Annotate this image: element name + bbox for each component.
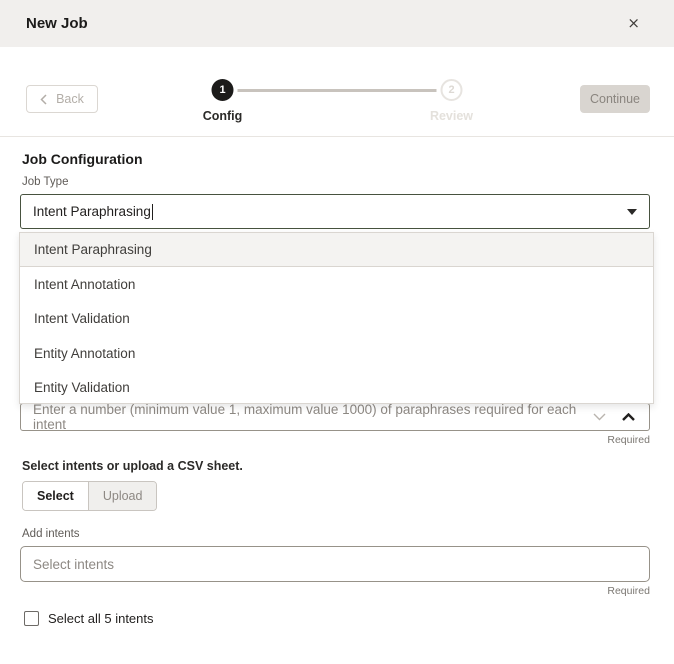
add-intents-required: Required (20, 585, 650, 597)
select-all-checkbox[interactable] (24, 611, 39, 626)
dialog-header: New Job × (0, 0, 674, 47)
upload-tab-button[interactable]: Upload (89, 482, 157, 510)
stepper: Back 1 Config 2 Review Continue (0, 47, 674, 137)
dropdown-option-intent-paraphrasing[interactable]: Intent Paraphrasing (20, 233, 653, 267)
dropdown-option-intent-validation[interactable]: Intent Validation (20, 302, 653, 336)
select-tab-button[interactable]: Select (23, 482, 89, 510)
step-config-number: 1 (212, 79, 234, 101)
step-connector-line (238, 89, 437, 92)
text-cursor (152, 204, 153, 220)
back-button[interactable]: Back (26, 85, 98, 113)
intent-source-toggle: Select Upload (22, 481, 157, 511)
job-type-label: Job Type (22, 176, 650, 188)
job-type-value: Intent Paraphrasing (33, 204, 151, 219)
dropdown-option-intent-annotation[interactable]: Intent Annotation (20, 267, 653, 301)
dropdown-option-entity-annotation[interactable]: Entity Annotation (20, 336, 653, 370)
paraphrase-count-placeholder: Enter a number (minimum value 1, maximum… (33, 402, 593, 432)
dropdown-arrow-icon[interactable] (627, 209, 637, 215)
chevron-down-icon[interactable] (593, 413, 606, 421)
intent-source-label: Select intents or upload a CSV sheet. (22, 459, 650, 473)
step-config-label: Config (203, 109, 243, 123)
dialog-title: New Job (26, 15, 88, 32)
step-train: 1 Config 2 Review (212, 79, 463, 101)
select-all-label: Select all 5 intents (48, 611, 154, 626)
paraphrase-count-field[interactable]: Enter a number (minimum value 1, maximum… (20, 403, 650, 431)
job-type-dropdown: Intent Paraphrasing Intent Annotation In… (19, 232, 654, 404)
step-review-label: Review (430, 109, 473, 123)
step-review: 2 Review (441, 79, 463, 101)
step-review-number: 2 (441, 79, 463, 101)
dropdown-option-entity-validation[interactable]: Entity Validation (20, 371, 653, 404)
chevron-left-icon (40, 94, 47, 105)
job-type-combobox[interactable]: Intent Paraphrasing (20, 194, 650, 229)
paraphrase-count-required: Required (20, 434, 650, 446)
job-configuration-form: Job Configuration Job Type Intent Paraph… (0, 137, 674, 626)
select-all-row: Select all 5 intents (24, 611, 650, 626)
chevron-up-icon[interactable] (622, 413, 635, 421)
form-heading: Job Configuration (22, 151, 650, 167)
add-intents-input[interactable] (20, 546, 650, 582)
continue-button[interactable]: Continue (580, 85, 650, 113)
close-icon[interactable]: × (623, 12, 644, 35)
step-config[interactable]: 1 Config (212, 79, 234, 101)
back-button-label: Back (56, 92, 84, 106)
add-intents-label: Add intents (22, 528, 650, 540)
